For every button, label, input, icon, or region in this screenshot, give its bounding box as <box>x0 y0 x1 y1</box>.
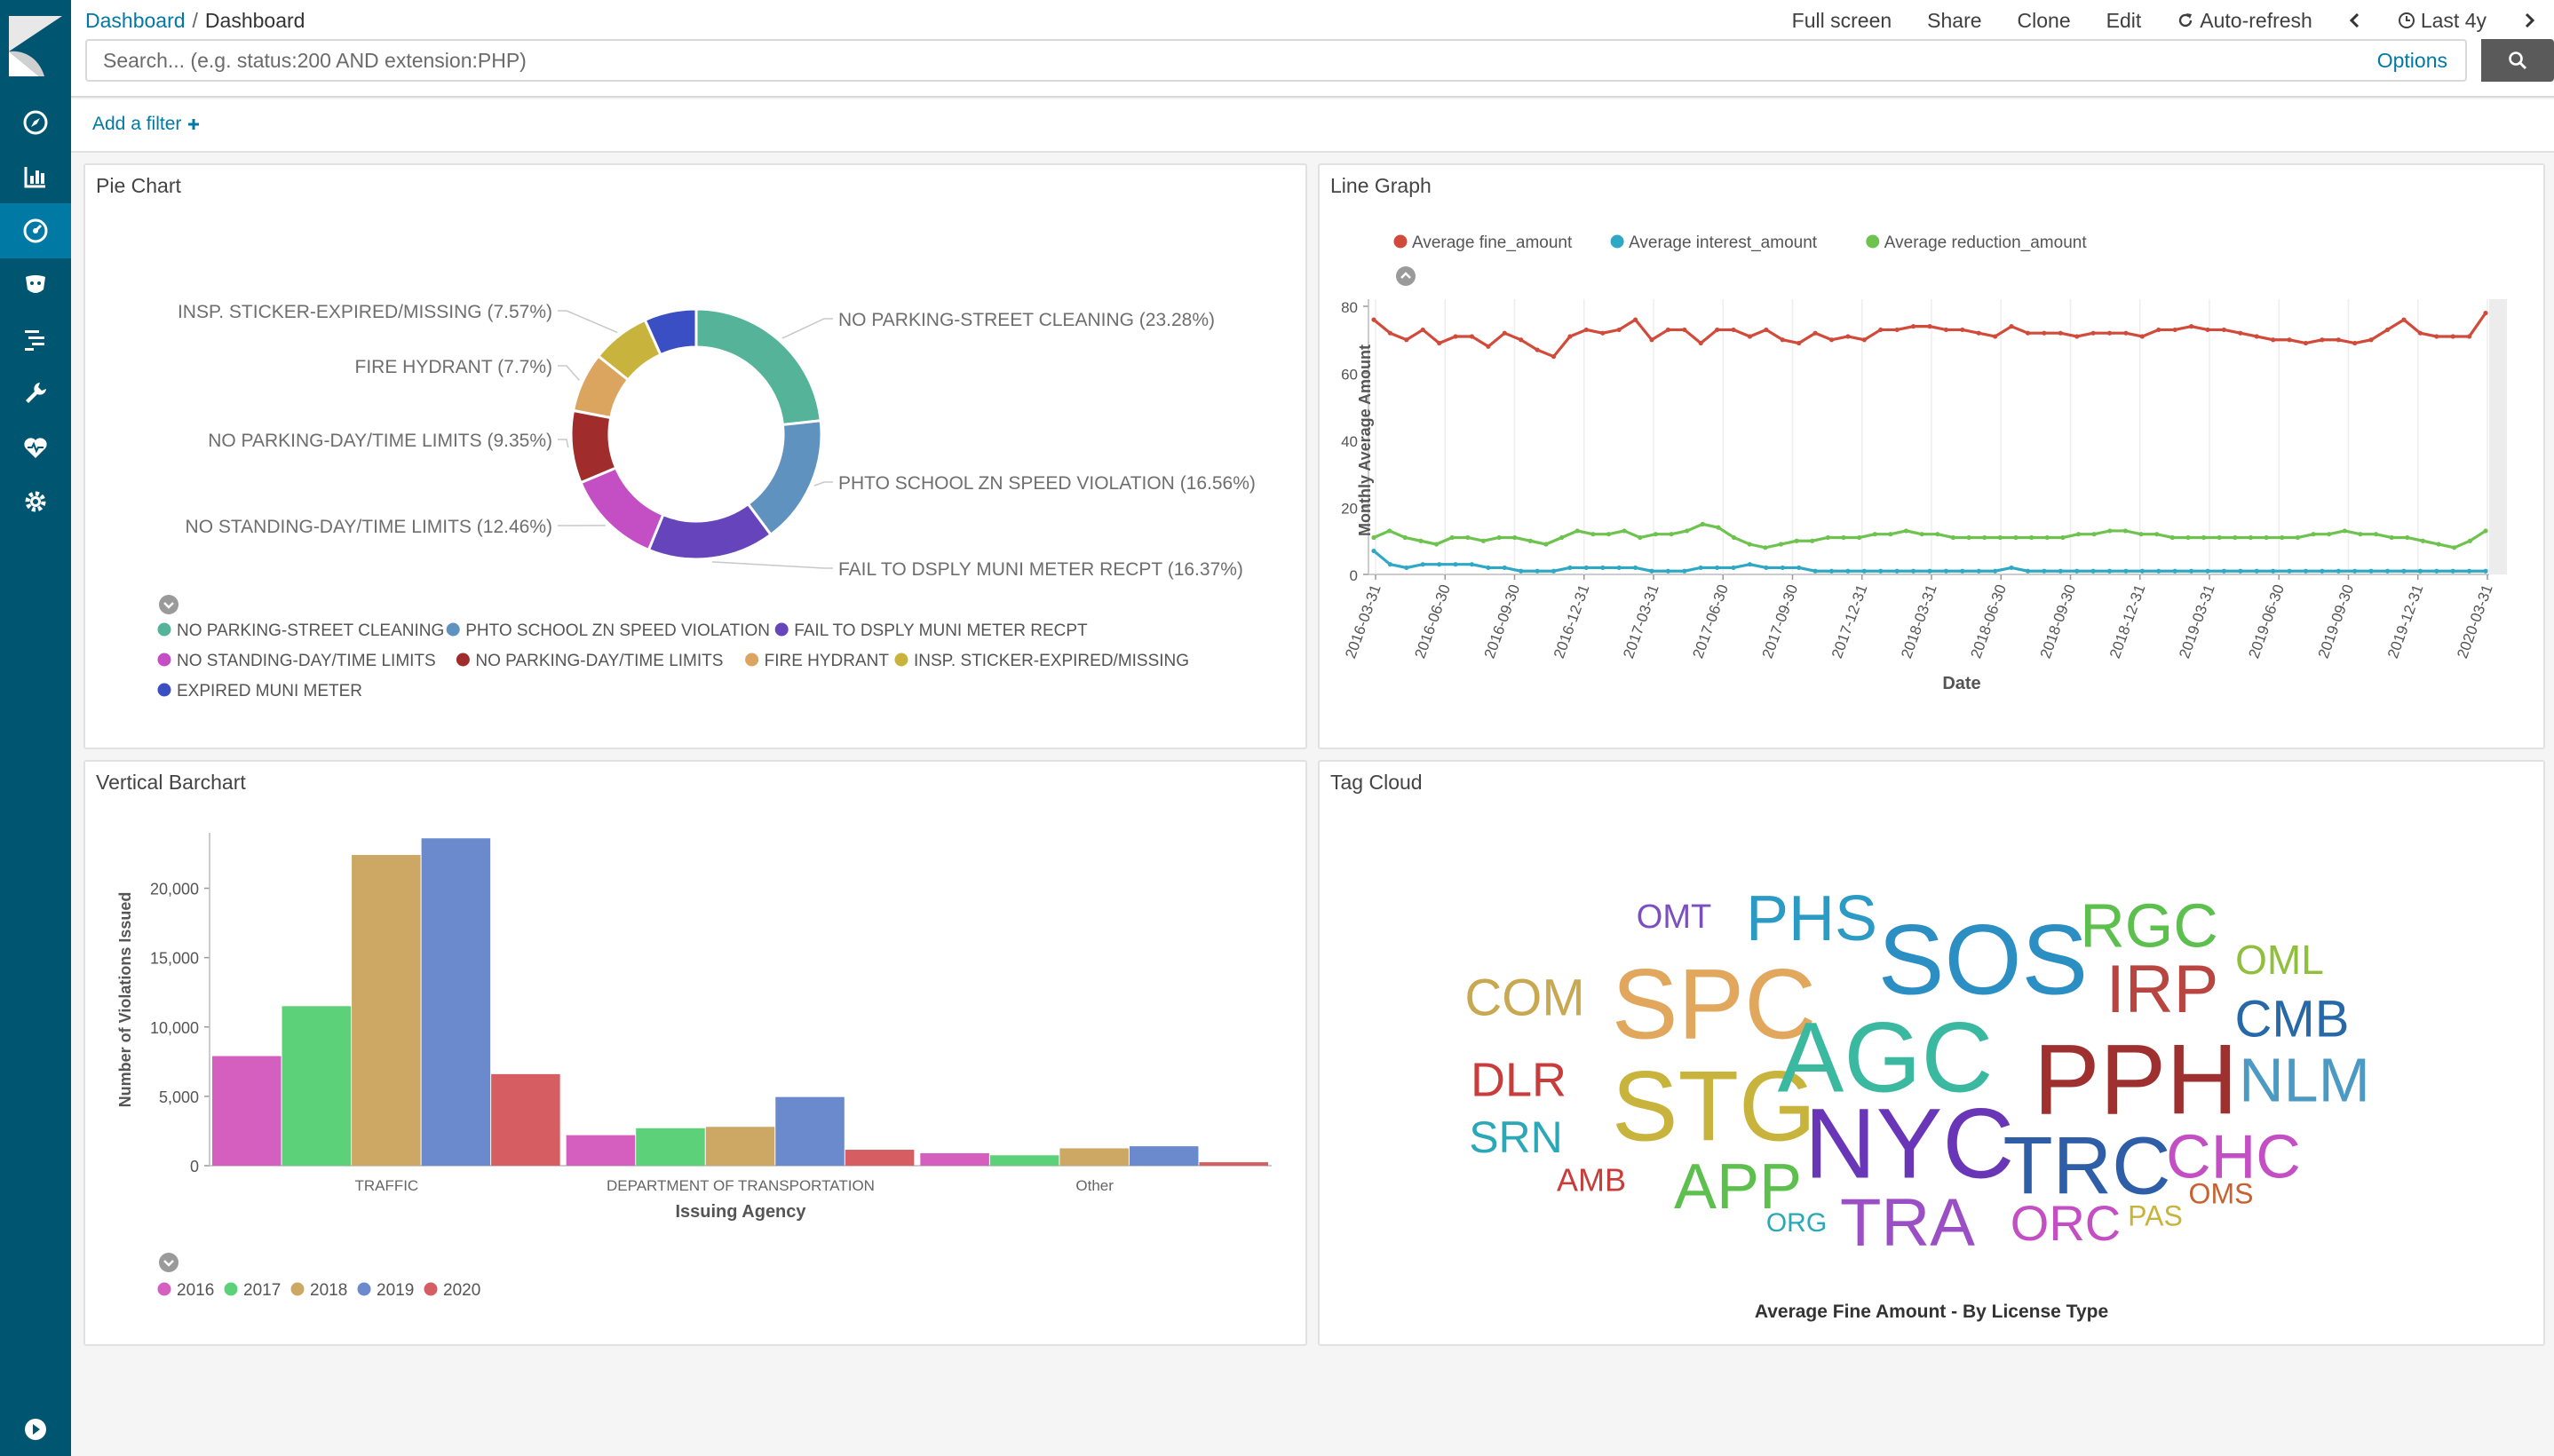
collapse-icon <box>25 1419 46 1440</box>
monitoring-icon <box>24 438 47 458</box>
chevron-left-icon <box>2349 12 2359 28</box>
share-button[interactable]: Share <box>1909 9 1999 33</box>
breadcrumb-current: Dashboard <box>204 9 305 32</box>
visualize-icon <box>24 167 45 188</box>
top-bar: Dashboard / Dashboard Full screen Share Cl… <box>71 0 2554 98</box>
apm-icon <box>25 330 44 351</box>
search-input[interactable] <box>87 41 2396 80</box>
sidebar <box>0 0 71 1456</box>
devtools-icon <box>26 383 46 403</box>
plus-icon <box>188 119 200 130</box>
time-back-button[interactable] <box>2330 12 2380 29</box>
sidebar-item-discover[interactable] <box>0 95 71 150</box>
auto-refresh-label: Auto-refresh <box>2200 8 2312 32</box>
time-forward-button[interactable] <box>2504 12 2554 29</box>
panel-title: Pie Chart <box>96 174 181 197</box>
breadcrumb-separator: / <box>192 9 198 32</box>
refresh-icon <box>2179 13 2193 28</box>
sidebar-item-devtools[interactable] <box>0 366 71 421</box>
sidebar-item-apm[interactable] <box>0 312 71 367</box>
sidebar-item-dashboard[interactable] <box>0 203 71 258</box>
kibana-logo-icon[interactable] <box>9 16 62 76</box>
bar-chart-panel: Vertical Barchart <box>83 760 1307 1346</box>
search-icon <box>2509 51 2527 70</box>
clock-icon <box>2398 12 2415 28</box>
auto-refresh-button[interactable]: Auto-refresh <box>2159 9 2330 33</box>
search-bar: Options <box>85 39 2467 82</box>
search-button[interactable] <box>2481 39 2554 82</box>
filter-bar: Add a filter <box>71 99 2554 153</box>
add-filter-button[interactable]: Add a filter <box>92 114 201 135</box>
line-graph-panel: Line Graph <box>1318 163 2545 749</box>
clone-button[interactable]: Clone <box>2000 9 2089 33</box>
management-icon <box>25 491 46 512</box>
chevron-right-icon <box>2525 12 2535 28</box>
dashboard-icon <box>23 218 48 243</box>
panel-title: Line Graph <box>1330 174 1432 197</box>
options-link[interactable]: Options <box>2377 41 2447 80</box>
discover-icon <box>23 110 48 135</box>
panel-title: Tag Cloud <box>1330 771 1423 794</box>
tag-cloud-panel: Tag Cloud <box>1318 760 2545 1346</box>
add-filter-label: Add a filter <box>92 114 182 134</box>
pie-chart-panel: Pie Chart <box>83 163 1307 749</box>
sidebar-item-monitoring[interactable] <box>0 420 71 475</box>
edit-button[interactable]: Edit <box>2089 9 2160 33</box>
sidebar-item-management[interactable] <box>0 474 71 529</box>
timelion-icon <box>26 275 45 293</box>
sidebar-item-timelion[interactable] <box>0 257 71 313</box>
breadcrumb: Dashboard / Dashboard <box>85 7 305 34</box>
time-range-label: Last 4y <box>2420 8 2487 32</box>
breadcrumb-root-link[interactable]: Dashboard <box>85 9 186 32</box>
top-nav: Full screen Share Clone Edit Auto-refres… <box>1774 5 2554 36</box>
time-picker-button[interactable]: Last 4y <box>2380 9 2504 33</box>
sidebar-collapse[interactable] <box>0 1402 71 1456</box>
full-screen-button[interactable]: Full screen <box>1774 9 1909 33</box>
panel-title: Vertical Barchart <box>96 771 246 794</box>
sidebar-item-visualize[interactable] <box>0 149 71 204</box>
